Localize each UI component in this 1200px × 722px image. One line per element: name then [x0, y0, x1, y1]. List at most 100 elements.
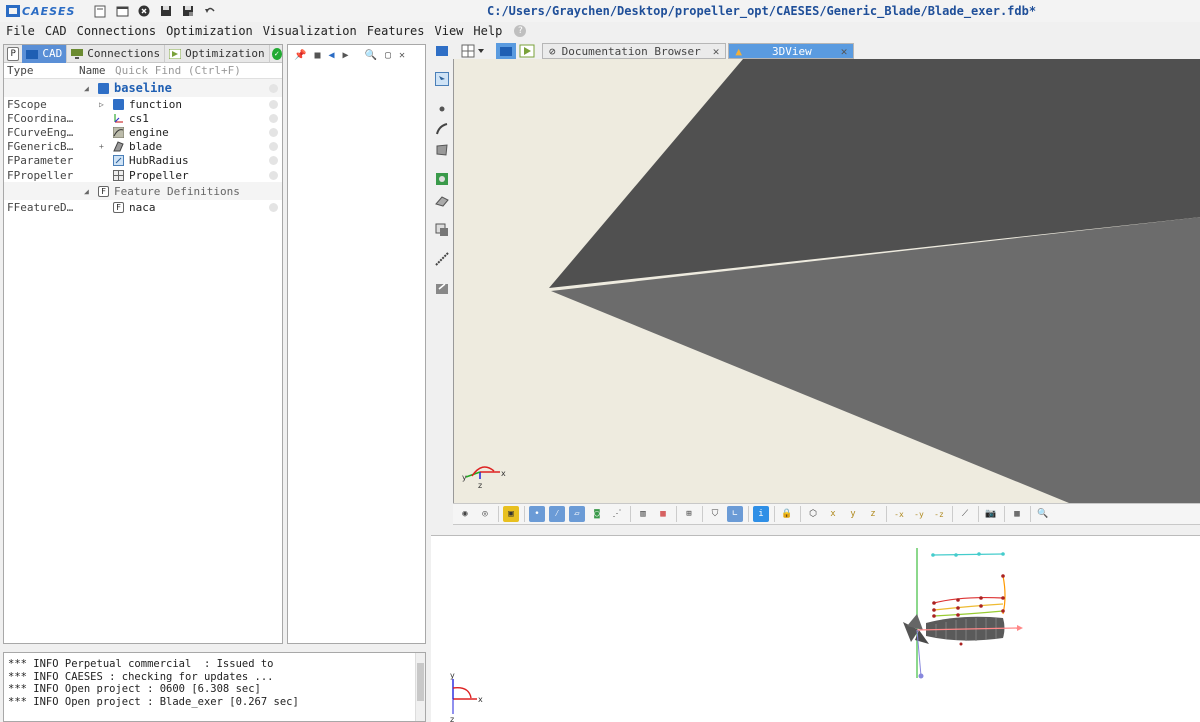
- expand-plus-icon[interactable]: +: [99, 142, 104, 151]
- tab-connections[interactable]: Connections: [67, 44, 166, 63]
- status-dot-icon[interactable]: [269, 170, 278, 180]
- tree-row-hubradius[interactable]: FParameter HubRadius: [4, 154, 282, 168]
- status-dot-icon[interactable]: [269, 113, 278, 123]
- 3d-scene[interactable]: x y z: [454, 59, 1200, 503]
- view-neg-y-icon[interactable]: -y: [911, 506, 927, 522]
- tab-p[interactable]: P: [7, 46, 20, 61]
- curve-filter-icon[interactable]: ⁄: [549, 506, 565, 522]
- preview-viewport[interactable]: x y z: [431, 535, 1200, 722]
- menu-file[interactable]: File: [6, 24, 35, 38]
- select-icon[interactable]: [435, 72, 449, 86]
- layout-icon[interactable]: [458, 44, 484, 58]
- green-filter-icon[interactable]: ◙: [589, 506, 605, 522]
- expand-arrow-icon[interactable]: ◢: [84, 84, 89, 93]
- tree-row-engine[interactable]: FCurveEng… engine: [4, 125, 282, 139]
- tree-row-function[interactable]: FScope ▷ function: [4, 97, 282, 111]
- surface-icon[interactable]: [435, 143, 449, 157]
- menu-optimization[interactable]: Optimization: [166, 24, 253, 38]
- axes-icon[interactable]: ∟: [727, 506, 743, 522]
- scrollbar-thumb[interactable]: [417, 663, 424, 701]
- status-dot-icon[interactable]: [269, 202, 278, 212]
- copy-icon[interactable]: ▢: [385, 50, 391, 61]
- books-icon[interactable]: ▥: [635, 506, 651, 522]
- search-icon[interactable]: 🔍: [1035, 506, 1051, 522]
- tree-row-cs1[interactable]: FCoordina… cs1: [4, 111, 282, 125]
- point-icon[interactable]: [435, 102, 449, 116]
- tab-cad[interactable]: CAD: [22, 44, 68, 63]
- view-y-icon[interactable]: y: [845, 506, 861, 522]
- status-dot-icon[interactable]: [269, 142, 278, 152]
- folder-view-icon[interactable]: [496, 43, 516, 59]
- 3d-viewport[interactable]: x y z: [453, 59, 1200, 503]
- close-icon[interactable]: ✕: [841, 45, 848, 58]
- menu-help[interactable]: Help: [473, 24, 502, 38]
- save-icon[interactable]: [159, 4, 173, 18]
- surface-filter-icon[interactable]: ▱: [569, 506, 585, 522]
- lock-icon[interactable]: 🔒: [779, 506, 795, 522]
- menu-view[interactable]: View: [435, 24, 464, 38]
- expand-arrow-icon[interactable]: ◢: [84, 187, 89, 196]
- search-icon[interactable]: 🔍: [365, 50, 377, 61]
- record-icon[interactable]: ◉: [457, 506, 473, 522]
- status-dot-icon[interactable]: [269, 99, 278, 109]
- close-icon[interactable]: ✕: [399, 50, 405, 61]
- tab-documentation-browser[interactable]: ⊘ Documentation Browser ✕: [542, 43, 727, 59]
- import-icon[interactable]: [435, 223, 449, 237]
- view-neg-x-icon[interactable]: -x: [891, 506, 907, 522]
- view-x-icon[interactable]: x: [825, 506, 841, 522]
- pin-icon[interactable]: 📌: [294, 50, 306, 61]
- grid-layout-icon[interactable]: ⊞: [681, 506, 697, 522]
- column-name[interactable]: Name: [79, 64, 115, 77]
- status-dot-icon[interactable]: [269, 156, 278, 166]
- shield-icon[interactable]: ⛉: [707, 506, 723, 522]
- info-icon[interactable]: i: [753, 506, 769, 522]
- camera-icon[interactable]: 📷: [983, 506, 999, 522]
- render-icon[interactable]: ◎: [477, 506, 493, 522]
- measure-icon[interactable]: [435, 252, 449, 266]
- tab-optimization[interactable]: Optimization: [165, 44, 270, 63]
- tree-row-propeller[interactable]: FPropeller Propeller: [4, 168, 282, 182]
- tree-group-feature-definitions[interactable]: ◢ F Feature Definitions: [4, 182, 282, 201]
- menu-connections[interactable]: Connections: [77, 24, 156, 38]
- new-project-icon[interactable]: [93, 4, 107, 18]
- tree-row-naca[interactable]: FFeatureD… F naca: [4, 200, 282, 214]
- view-z-icon[interactable]: z: [865, 506, 881, 522]
- stop-icon[interactable]: ■: [314, 50, 320, 61]
- clear-icon[interactable]: ▦: [655, 506, 671, 522]
- green-shape-icon[interactable]: [435, 172, 449, 186]
- section-icon[interactable]: ⟋: [957, 506, 973, 522]
- close-icon[interactable]: ✕: [713, 45, 720, 58]
- tree-row-blade[interactable]: FGenericB… + blade: [4, 140, 282, 154]
- open-project-icon[interactable]: [115, 4, 129, 18]
- undo-icon[interactable]: [203, 4, 217, 18]
- close-project-icon[interactable]: [137, 4, 151, 18]
- highlight-icon[interactable]: ▣: [503, 506, 519, 522]
- menu-features[interactable]: Features: [367, 24, 425, 38]
- tree-group-baseline[interactable]: ◢ baseline: [4, 79, 282, 97]
- menu-visualization[interactable]: Visualization: [263, 24, 357, 38]
- play-view-icon[interactable]: [518, 43, 536, 59]
- view-neg-z-icon[interactable]: -z: [931, 506, 947, 522]
- column-type[interactable]: Type: [4, 64, 79, 77]
- iso-view-icon[interactable]: ⬡: [805, 506, 821, 522]
- help-icon[interactable]: ?: [514, 25, 527, 37]
- back-arrow-icon[interactable]: ◀: [328, 50, 334, 61]
- curve-icon[interactable]: [435, 122, 449, 136]
- grid-icon[interactable]: ▦: [1009, 506, 1025, 522]
- tab-3dview[interactable]: ▲ 3DView ✕: [728, 43, 855, 59]
- console-scrollbar[interactable]: [415, 653, 425, 721]
- console-output[interactable]: *** INFO Perpetual commercial : Issued t…: [3, 652, 426, 722]
- status-dot-icon[interactable]: [269, 83, 278, 93]
- solid-icon[interactable]: [435, 194, 449, 208]
- status-dot-icon[interactable]: [269, 127, 278, 137]
- folder-icon[interactable]: [435, 44, 449, 58]
- point-filter-icon[interactable]: •: [529, 506, 545, 522]
- collapse-arrow-icon[interactable]: ▷: [99, 100, 104, 109]
- preview-scene[interactable]: x y z: [431, 536, 1200, 722]
- menu-cad[interactable]: CAD: [45, 24, 67, 38]
- quick-find-input[interactable]: Quick Find (Ctrl+F): [115, 64, 241, 77]
- export-icon[interactable]: [435, 281, 449, 295]
- forward-arrow-icon[interactable]: ▶: [343, 50, 349, 61]
- measure-icon[interactable]: ⋰: [609, 506, 625, 522]
- save-as-icon[interactable]: [181, 4, 195, 18]
